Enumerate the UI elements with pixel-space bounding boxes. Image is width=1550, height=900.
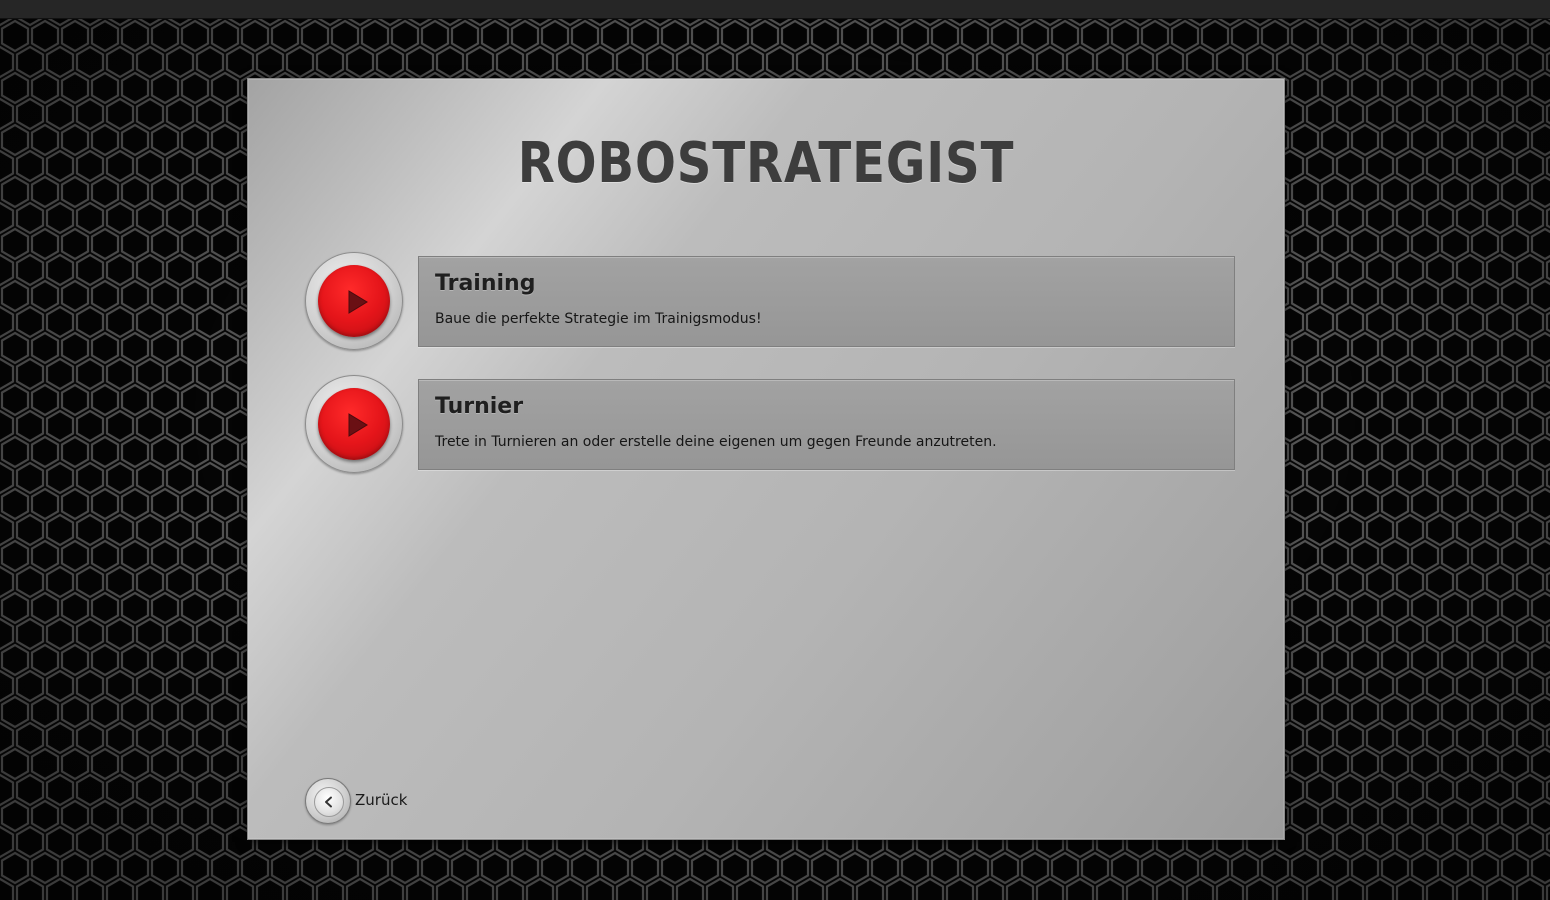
back-button[interactable]: Zurück (305, 778, 425, 824)
training-play-button[interactable] (305, 252, 403, 350)
mode-training: Training Baue die perfekte Strategie im … (305, 252, 1235, 350)
back-button-circle[interactable] (305, 778, 351, 824)
turnier-card[interactable]: Turnier Trete in Turnieren an oder erste… (418, 379, 1235, 470)
training-title: Training (435, 271, 536, 296)
turnier-description: Trete in Turnieren an oder erstelle dein… (435, 434, 997, 450)
training-description: Baue die perfekte Strategie im Trainigsm… (435, 311, 762, 327)
play-button-face (318, 388, 390, 460)
play-icon (348, 290, 368, 314)
turnier-title: Turnier (435, 394, 524, 419)
training-card[interactable]: Training Baue die perfekte Strategie im … (418, 256, 1235, 347)
play-button-face (318, 265, 390, 337)
game-title: ROBOSTRATEGIST (517, 131, 1015, 196)
back-label[interactable]: Zurück (355, 791, 407, 809)
turnier-play-button[interactable] (305, 375, 403, 473)
mode-turnier: Turnier Trete in Turnieren an oder erste… (305, 375, 1235, 473)
play-icon (348, 413, 368, 437)
chevron-left-icon (325, 796, 332, 808)
main-menu-panel: ROBOSTRATEGIST Training Baue die perfekt… (247, 78, 1285, 840)
top-bar (0, 0, 1550, 19)
back-button-inner (314, 787, 344, 817)
